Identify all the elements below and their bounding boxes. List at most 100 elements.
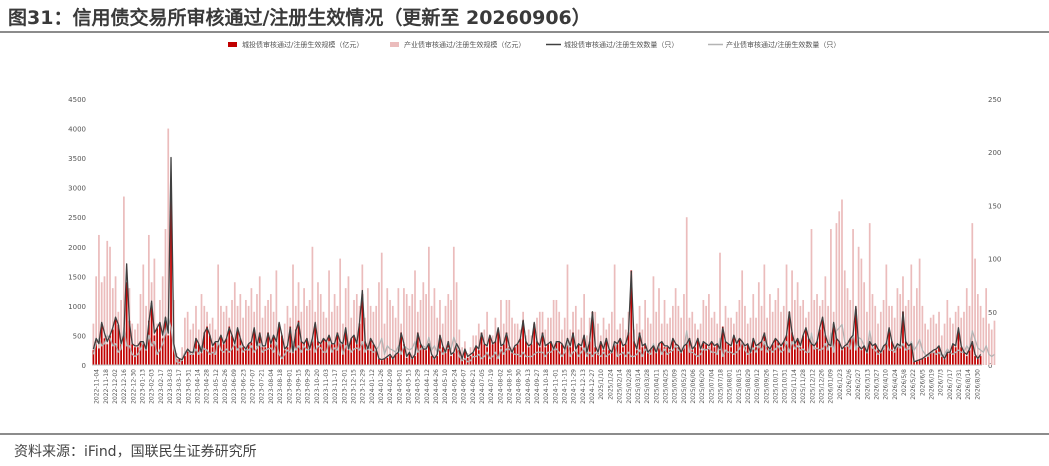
lgfv-bar xyxy=(738,338,741,365)
lgfv-bar xyxy=(935,350,938,365)
lgfv-bar xyxy=(863,347,866,365)
lgfv-bar xyxy=(879,353,882,365)
x-tick-label: 2024-05-24 xyxy=(451,369,458,404)
x-tick-label: 2026/5/22 xyxy=(910,369,917,400)
lgfv-bar xyxy=(367,350,369,365)
lgfv-bar xyxy=(976,359,979,365)
industrial-bar xyxy=(378,282,380,365)
right-y-tick-label: 50 xyxy=(988,309,997,317)
lgfv-bar xyxy=(433,359,436,365)
lgfv-bar xyxy=(347,350,350,365)
lgfv-bar xyxy=(511,353,513,365)
x-tick-label: 2025/04/25 xyxy=(662,369,669,404)
industrial-bar xyxy=(450,299,452,365)
lgfv-bar xyxy=(391,359,394,365)
x-tick-label: 2023-06-09 xyxy=(231,369,238,404)
lgfv-bar xyxy=(968,350,971,365)
x-tick-label: 2022-11-18 xyxy=(103,369,110,404)
legend-label: 产业债审核通过/注册生效数量（只） xyxy=(726,40,840,49)
industrial-bar xyxy=(993,320,996,365)
page-title: 图31：信用债交易所审核通过/注册生效情况（更新至 20260906） xyxy=(8,7,591,29)
x-tick-label: 2023-02-17 xyxy=(158,369,165,404)
lgfv-bar xyxy=(184,356,186,365)
lgfv-bar xyxy=(796,338,799,365)
lgfv-bar xyxy=(810,344,813,365)
left-y-tick-label: 1000 xyxy=(68,303,86,311)
lgfv-bar xyxy=(538,347,541,365)
legend-swatch xyxy=(390,42,399,47)
left-y-axis: 0 500 1000 1500 2000 2500 3000 3500 4000 4500 xyxy=(68,96,86,370)
lgfv-bar xyxy=(860,350,863,365)
x-tick-label: 2023-09-01 xyxy=(286,369,293,404)
x-tick-label: 2023-07-21 xyxy=(259,369,266,404)
x-tick-label: 2024-02-09 xyxy=(387,369,394,404)
lgfv-bar xyxy=(472,353,475,365)
lgfv-bar xyxy=(153,335,156,365)
lgfv-bar xyxy=(705,344,707,365)
lgfv-bar xyxy=(924,357,927,365)
lgfv-bar xyxy=(450,356,452,365)
x-tick-label: 2024-06-21 xyxy=(470,369,477,404)
lgfv-bar xyxy=(979,356,982,365)
industrial-bar xyxy=(918,258,921,365)
lgfv-bar xyxy=(477,350,480,365)
industrial-bar xyxy=(433,288,436,365)
x-tick-label: 2026/8/30 xyxy=(974,369,981,400)
lgfv-bar xyxy=(200,353,203,365)
x-tick-label: 2024-01-26 xyxy=(378,369,385,404)
left-y-tick-label: 2500 xyxy=(68,214,86,222)
x-tick-label: 2022-12-16 xyxy=(121,369,128,404)
lgfv-bar xyxy=(619,338,622,365)
lgfv-bar xyxy=(383,359,386,365)
lgfv-bar xyxy=(918,360,921,365)
x-tick-label: 2023-12-01 xyxy=(341,369,348,404)
x-tick-label: 2026/6/19 xyxy=(929,369,936,400)
lgfv-bar xyxy=(680,353,683,365)
lgfv-bar xyxy=(114,317,117,365)
lgfv-bar xyxy=(949,353,951,365)
lgfv-bar xyxy=(414,356,416,365)
x-tick-label: 2025/08/01 xyxy=(727,369,734,404)
lgfv-bar xyxy=(317,341,319,365)
lgfv-bar xyxy=(932,351,935,365)
x-tick-label: 2023-03-03 xyxy=(167,369,174,404)
x-tick-label: 2024-09-13 xyxy=(525,369,532,404)
lgfv-bar xyxy=(769,350,771,365)
x-tick-label: 2023-09-29 xyxy=(305,369,312,404)
lgfv-bar xyxy=(694,347,696,365)
x-tick-label: 2024-10-18 xyxy=(543,369,550,404)
lgfv-bar xyxy=(655,353,658,365)
x-tick-label: 2024-11-29 xyxy=(571,369,578,404)
lgfv-bar xyxy=(222,344,225,365)
lgfv-bar xyxy=(142,342,145,365)
x-tick-label: 2023-11-17 xyxy=(332,369,339,404)
x-tick-label: 2026/2/27 xyxy=(855,369,862,400)
lgfv-bar xyxy=(724,341,727,365)
left-y-tick-label: 0 xyxy=(82,362,86,370)
x-tick-label: 2025/08/29 xyxy=(745,369,752,404)
industrial-bar xyxy=(98,234,100,365)
lgfv-bar xyxy=(580,347,583,365)
lgfv-bar xyxy=(378,359,380,365)
lgfv-bar xyxy=(386,357,389,365)
x-tick-label: 2023-02-03 xyxy=(149,369,156,404)
left-y-tick-label: 500 xyxy=(73,332,86,340)
industrial-bond-bars xyxy=(92,128,996,365)
lgfv-bar xyxy=(749,353,752,365)
x-tick-label: 2025/08/15 xyxy=(736,369,743,404)
x-tick-label: 2024-12-27 xyxy=(589,369,596,404)
lgfv-bar xyxy=(963,353,965,365)
x-tick-label: 2023-01-13 xyxy=(139,369,146,404)
industrial-bar xyxy=(452,246,455,365)
x-tick-label: 2026/01/09 xyxy=(828,369,835,404)
x-tick-label: 2026/7/3 xyxy=(938,369,945,396)
lgfv-bar xyxy=(843,347,846,365)
lgfv-bar xyxy=(960,347,963,365)
industrial-bar xyxy=(921,305,924,365)
lgfv-bar xyxy=(830,347,832,365)
x-tick-label: 2024-05-10 xyxy=(442,369,449,404)
lgfv-bar xyxy=(452,353,455,365)
lgfv-bar xyxy=(727,344,730,365)
right-y-tick-label: 150 xyxy=(988,202,1001,210)
x-tick-label: 2025/07/18 xyxy=(718,369,725,404)
